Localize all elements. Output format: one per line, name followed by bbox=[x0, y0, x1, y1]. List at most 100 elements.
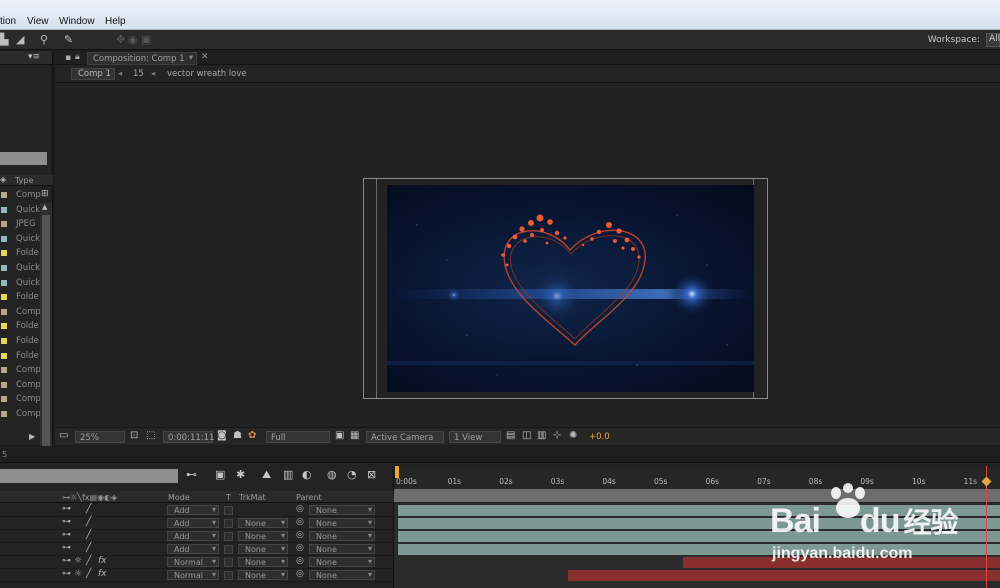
collapse-transform-icon[interactable]: ⊶ bbox=[62, 569, 71, 579]
list-item[interactable]: Comp bbox=[0, 392, 41, 407]
list-item[interactable]: Comp bbox=[0, 363, 41, 378]
color-channels-icon[interactable]: ✿ bbox=[248, 430, 256, 442]
list-item[interactable]: Quick bbox=[0, 276, 40, 291]
list-item[interactable]: Comp bbox=[0, 305, 41, 320]
composition-viewer[interactable] bbox=[55, 84, 1000, 427]
layer-row[interactable]: ⊶☼ ╱ fx Normal None ◎ None bbox=[0, 556, 393, 569]
fast-previews-icon[interactable]: ▣ bbox=[335, 430, 344, 442]
hide-shy-layers-icon[interactable]: ⛰ bbox=[262, 468, 271, 482]
workspace-select[interactable]: All bbox=[986, 33, 1000, 47]
show-snapshot-icon[interactable]: ☗ bbox=[233, 430, 242, 442]
current-time-display[interactable]: 0:00:11:11 bbox=[163, 431, 214, 443]
brainstorm-icon[interactable]: ◍ bbox=[327, 468, 337, 481]
quality-line-icon[interactable]: ╱ bbox=[86, 530, 91, 540]
collapse-transform-icon[interactable]: ⊶ bbox=[62, 556, 71, 566]
label-color-swatch[interactable] bbox=[1, 192, 7, 198]
preserve-transparency-checkbox[interactable] bbox=[224, 519, 233, 528]
preserve-transparency-checkbox[interactable] bbox=[224, 532, 233, 541]
pick-whip-icon[interactable]: ◎ bbox=[296, 569, 304, 579]
frame-blending-icon[interactable]: ▥ bbox=[283, 468, 293, 481]
column-type[interactable]: Type bbox=[15, 176, 33, 185]
list-item[interactable]: Comp bbox=[0, 188, 41, 203]
tab-dropdown-icon[interactable]: ▾ bbox=[189, 53, 193, 63]
list-item[interactable]: Folde bbox=[0, 334, 40, 349]
collapse-transform-icon[interactable]: ⊶ bbox=[62, 543, 71, 553]
quality-line-icon[interactable]: ╱ bbox=[86, 504, 91, 514]
preserve-transparency-checkbox[interactable] bbox=[224, 558, 233, 567]
pick-whip-icon[interactable]: ◎ bbox=[296, 543, 304, 553]
panel-menu-icon[interactable]: ▾≡ bbox=[28, 52, 40, 62]
flowchart-icon[interactable]: ⊞ bbox=[41, 189, 49, 199]
timeline-search-input[interactable] bbox=[0, 469, 178, 483]
list-item[interactable]: Comp bbox=[0, 378, 41, 393]
column-mode[interactable]: Mode bbox=[168, 493, 190, 502]
roto-brush-tool-icon[interactable]: ⚲ bbox=[40, 33, 48, 46]
label-color-swatch[interactable] bbox=[1, 410, 7, 417]
list-item[interactable]: Quick bbox=[0, 261, 40, 276]
layer-row[interactable]: ⊶ ╱ Add None ◎ None bbox=[0, 530, 393, 543]
blend-mode-select[interactable]: Add bbox=[167, 505, 219, 515]
flowchart-view-icon[interactable]: ⊹ bbox=[553, 430, 561, 442]
menu-item-view[interactable]: View bbox=[27, 16, 49, 27]
list-item[interactable]: Quick bbox=[0, 203, 40, 218]
track-matte-select[interactable]: None bbox=[238, 544, 288, 554]
snapshot-camera-icon[interactable]: ◙ bbox=[217, 430, 227, 442]
quality-icon[interactable]: ☼ bbox=[74, 556, 82, 566]
resolution-select[interactable]: Full bbox=[266, 431, 330, 443]
list-item[interactable]: Comp bbox=[0, 407, 41, 422]
axis-view-icon[interactable]: ▣ bbox=[141, 33, 151, 46]
layer-row[interactable]: ⊶☼ ╱ fx Normal None ◎ None bbox=[0, 569, 393, 582]
menu-item-help[interactable]: Help bbox=[105, 16, 126, 27]
label-color-swatch[interactable] bbox=[1, 381, 7, 388]
effects-fx-icon[interactable]: fx bbox=[98, 556, 107, 566]
label-color-swatch[interactable] bbox=[1, 221, 7, 228]
fast-preview-toggle-icon[interactable]: ◫ bbox=[522, 430, 531, 442]
tab-close-icon[interactable]: ✕ bbox=[201, 52, 209, 62]
label-color-swatch[interactable] bbox=[1, 250, 7, 257]
toggle-pixel-aspect-icon[interactable]: ▤ bbox=[506, 430, 515, 442]
parent-select[interactable]: None bbox=[309, 531, 375, 541]
parent-select[interactable]: None bbox=[309, 570, 375, 580]
collapse-transform-icon[interactable]: ⊶ bbox=[62, 517, 71, 527]
axis-local-icon[interactable]: ✥ bbox=[116, 33, 125, 46]
list-item[interactable]: Folde bbox=[0, 246, 40, 261]
track-matte-select[interactable]: None bbox=[238, 557, 288, 567]
puppet-pin-tool-icon[interactable]: ✎ bbox=[64, 33, 73, 46]
menu-item-window[interactable]: Window bbox=[59, 16, 95, 27]
comp-mini-flowchart-icon[interactable]: ⊷ bbox=[186, 468, 197, 481]
project-search-input[interactable] bbox=[0, 152, 47, 165]
transparency-grid-icon[interactable]: ▦ bbox=[350, 430, 359, 442]
toggle-transparency-grid-icon[interactable]: ⬚ bbox=[146, 430, 155, 442]
list-item[interactable]: Folde bbox=[0, 349, 40, 364]
eraser-tool-icon[interactable]: ◢ bbox=[16, 33, 24, 46]
auto-keyframe-icon[interactable]: ◔ bbox=[347, 468, 357, 481]
column-parent[interactable]: Parent bbox=[296, 493, 322, 502]
effects-fx-icon[interactable]: fx bbox=[98, 569, 107, 579]
label-color-swatch[interactable] bbox=[1, 294, 7, 301]
region-of-interest-icon[interactable]: ⊡ bbox=[130, 430, 138, 442]
parent-select[interactable]: None bbox=[309, 544, 375, 554]
reset-exposure-icon[interactable]: ✺ bbox=[569, 430, 577, 442]
lock-icon[interactable]: 🔒︎ bbox=[75, 52, 80, 62]
label-color-swatch[interactable] bbox=[1, 279, 7, 286]
quality-line-icon[interactable]: ╱ bbox=[86, 569, 91, 579]
pick-whip-icon[interactable]: ◎ bbox=[296, 517, 304, 527]
column-trkmat[interactable]: TrkMat bbox=[239, 493, 266, 502]
breadcrumb-number[interactable]: 15 bbox=[133, 69, 144, 79]
breadcrumb-comp[interactable]: Comp 1 bbox=[71, 68, 115, 80]
blend-mode-select[interactable]: Normal bbox=[167, 570, 219, 580]
column-t[interactable]: T bbox=[226, 493, 231, 502]
timeline-panel-icon[interactable]: ▥ bbox=[537, 430, 546, 442]
view-layout-select[interactable]: 1 View bbox=[449, 431, 501, 443]
label-tag-icon[interactable]: ◈ bbox=[0, 175, 6, 184]
layer-row[interactable]: ⊶ ╱ Add None ◎ None bbox=[0, 517, 393, 530]
pick-whip-icon[interactable]: ◎ bbox=[296, 556, 304, 566]
graph-editor-icon[interactable]: ⊠ bbox=[367, 468, 376, 481]
motion-blur-icon[interactable]: ◐ bbox=[302, 468, 312, 481]
pick-whip-icon[interactable]: ◎ bbox=[296, 504, 304, 514]
track-matte-select[interactable]: None bbox=[238, 518, 288, 528]
axis-world-icon[interactable]: ◉ bbox=[128, 33, 138, 46]
work-area-start-marker[interactable] bbox=[395, 466, 399, 478]
parent-select[interactable]: None bbox=[309, 518, 375, 528]
preserve-transparency-checkbox[interactable] bbox=[224, 545, 233, 554]
